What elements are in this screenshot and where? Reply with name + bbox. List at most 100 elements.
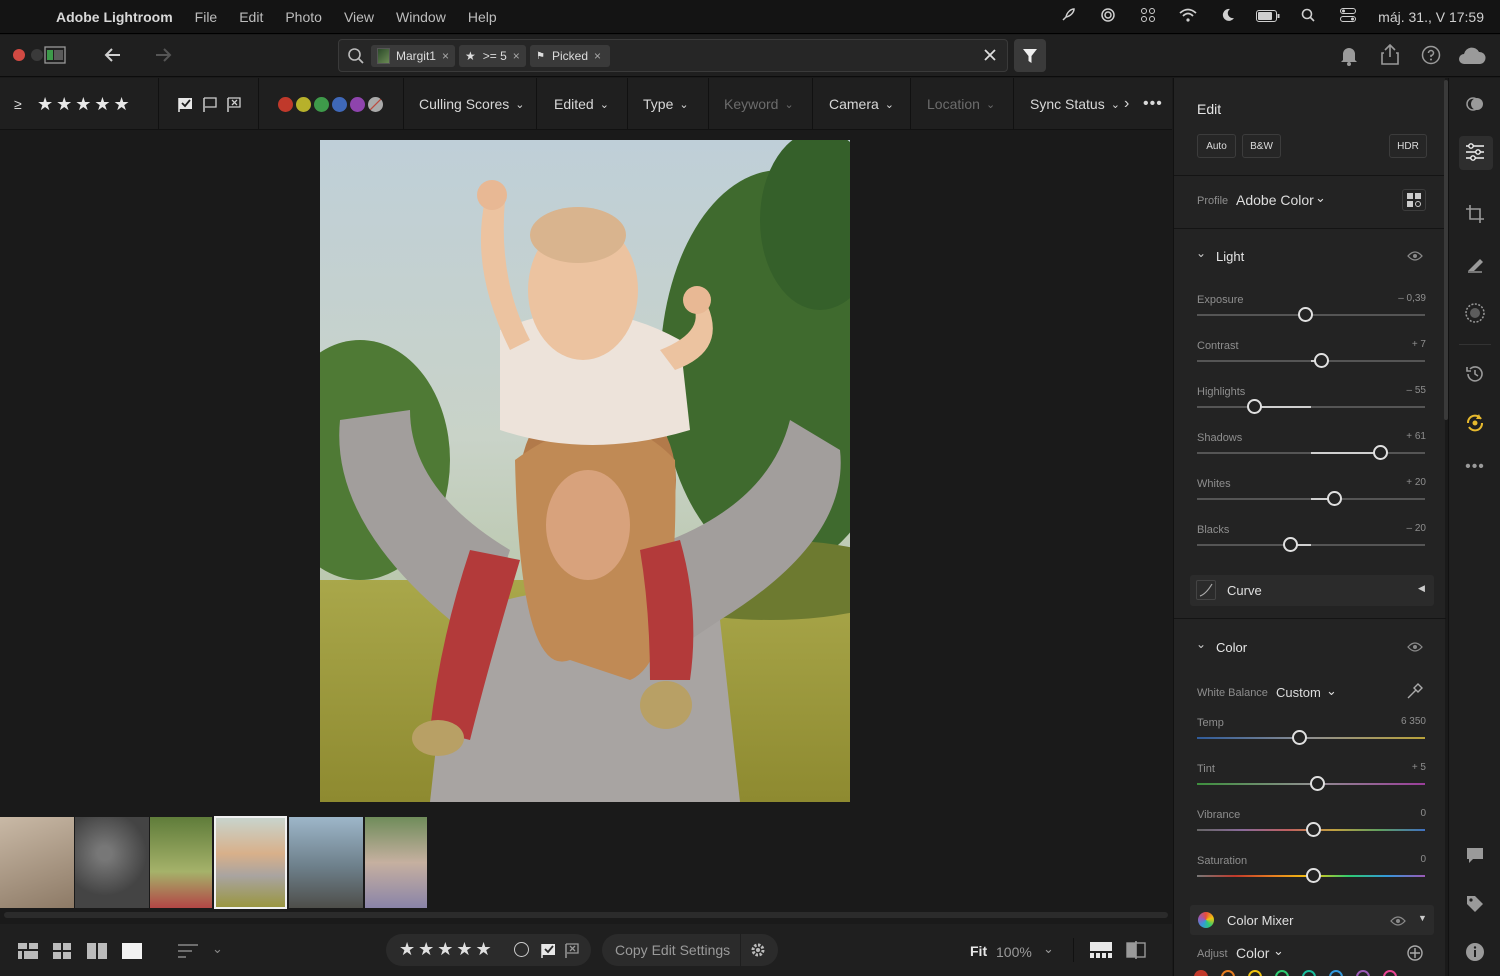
wb-chevron-down-icon[interactable]: ⌄	[1326, 683, 1337, 699]
mixer-green-swatch[interactable]	[1275, 970, 1289, 976]
color-collapse-chevron-icon[interactable]: ⌄	[1196, 637, 1206, 651]
auto-button[interactable]: Auto	[1197, 134, 1236, 158]
grid-view-icon[interactable]	[18, 943, 38, 964]
edit-sliders-icon[interactable]	[1449, 142, 1500, 167]
hdr-button[interactable]: HDR	[1389, 134, 1427, 158]
battery-icon[interactable]	[1248, 9, 1288, 26]
targeted-adjust-icon[interactable]	[1406, 944, 1424, 962]
history-icon[interactable]	[1449, 364, 1500, 389]
slider-value[interactable]: – 55	[1374, 385, 1426, 396]
unflagged-filter-icon[interactable]	[202, 96, 218, 112]
mixer-collapse-icon[interactable]: ▼	[1418, 913, 1427, 923]
tag-icon[interactable]	[1449, 894, 1500, 919]
color-label-purple[interactable]	[350, 96, 365, 112]
color-section-title[interactable]: Color	[1216, 640, 1247, 655]
white-balance-dropdown[interactable]: Custom	[1276, 685, 1321, 700]
rejected-flag-filter-icon[interactable]	[226, 96, 242, 112]
profile-dropdown[interactable]: Adobe Color	[1236, 192, 1314, 208]
slider-value[interactable]: 6 350	[1374, 716, 1426, 727]
filmstrip-toggle-icon[interactable]	[1090, 942, 1112, 963]
copy-edit-settings-button[interactable]: Copy Edit Settings	[615, 942, 730, 958]
sort-icon[interactable]	[178, 943, 198, 964]
sidebar-toggle-icon[interactable]	[44, 46, 66, 69]
slider-value[interactable]: 0	[1374, 808, 1426, 819]
light-collapse-chevron-icon[interactable]: ⌄	[1196, 246, 1206, 260]
mixer-red-swatch[interactable]	[1194, 970, 1208, 976]
filmstrip-thumbnail[interactable]	[75, 817, 149, 908]
dropdown-location[interactable]: Location ⌄	[927, 78, 995, 130]
back-arrow-icon[interactable]	[103, 45, 123, 70]
profile-browser-button[interactable]	[1402, 189, 1426, 211]
menu-clock[interactable]: máj. 31., V 17:59	[1378, 9, 1484, 25]
dropdown-keyword[interactable]: Keyword ⌄	[724, 78, 794, 130]
filmstrip-thumbnail-selected[interactable]	[214, 816, 287, 909]
color-label-green[interactable]	[314, 96, 329, 112]
creative-cloud-icon[interactable]	[1088, 7, 1128, 27]
rocket-icon[interactable]	[1048, 7, 1088, 27]
rating-operator[interactable]: ≥	[14, 78, 22, 130]
picked-flag-filter-icon[interactable]	[178, 96, 194, 112]
slider-knob[interactable]	[1246, 399, 1262, 414]
filmstrip-thumbnail[interactable]	[0, 817, 74, 908]
slider-knob[interactable]	[1373, 445, 1389, 460]
curve-section[interactable]: Curve ◀	[1190, 575, 1434, 606]
more-filters-icon[interactable]: •••	[1143, 78, 1163, 130]
filmstrip-thumbnail[interactable]	[150, 817, 212, 908]
dropdown-type[interactable]: Type ⌄	[643, 78, 689, 130]
fit-label[interactable]: Fit	[970, 943, 987, 959]
light-visibility-eye-icon[interactable]	[1407, 250, 1423, 262]
menu-view[interactable]: View	[344, 9, 374, 25]
slider-value[interactable]: + 5	[1374, 762, 1426, 773]
bw-button[interactable]: B&W	[1242, 134, 1281, 158]
window-close-dot[interactable]	[13, 49, 25, 61]
slider-knob[interactable]	[1305, 822, 1321, 837]
filter-button[interactable]	[1014, 39, 1046, 72]
dropdown-culling-scores[interactable]: Culling Scores ⌄	[419, 78, 524, 130]
slider-knob[interactable]	[1282, 537, 1298, 552]
notification-bell-icon[interactable]	[1340, 46, 1358, 71]
slider-track[interactable]	[1197, 544, 1425, 546]
dropdown-sync-status[interactable]: Sync Status ⌄	[1030, 78, 1120, 130]
zoom-level[interactable]: 100%	[996, 944, 1032, 960]
filmstrip-thumbnail[interactable]	[365, 817, 427, 908]
search-bar[interactable]: Margit1 × ★ >= 5 × ⚑ Picked ×	[338, 39, 1008, 72]
chip-remove-icon[interactable]: ×	[513, 49, 520, 63]
menu-help[interactable]: Help	[468, 9, 497, 25]
slider-knob[interactable]	[1305, 868, 1321, 883]
menu-window[interactable]: Window	[396, 9, 446, 25]
auto-icon[interactable]	[1449, 412, 1500, 439]
mixer-yellow-swatch[interactable]	[1248, 970, 1262, 976]
menu-file[interactable]: File	[195, 9, 218, 25]
color-mixer-section[interactable]: Color Mixer ▼	[1190, 905, 1434, 935]
pick-flag-icon[interactable]	[541, 942, 557, 958]
clear-search-icon[interactable]	[983, 48, 997, 67]
main-photo[interactable]	[320, 140, 850, 802]
chip-remove-icon[interactable]: ×	[594, 49, 601, 63]
chevron-right-icon[interactable]: ›	[1124, 78, 1129, 130]
dropdown-camera[interactable]: Camera ⌄	[829, 78, 894, 130]
crop-icon[interactable]	[1449, 204, 1500, 229]
slider-value[interactable]: – 0,39	[1374, 293, 1426, 304]
slider-value[interactable]: + 7	[1374, 339, 1426, 350]
moon-icon[interactable]	[1208, 8, 1248, 26]
search-chip-album[interactable]: Margit1 ×	[371, 45, 455, 67]
color-label-yellow[interactable]	[296, 96, 311, 112]
slider-value[interactable]: 0	[1374, 854, 1426, 865]
slider-knob[interactable]	[1327, 491, 1343, 506]
rating-clear-icon[interactable]	[514, 942, 529, 957]
color-label-blue[interactable]	[332, 96, 347, 112]
color-label-red[interactable]	[278, 96, 293, 112]
rating-stars[interactable]: ★ ★ ★ ★ ★	[399, 939, 492, 960]
search-chip-rating[interactable]: ★ >= 5 ×	[459, 45, 526, 67]
slider-knob[interactable]	[1310, 776, 1326, 791]
compare-view-icon[interactable]	[87, 943, 107, 964]
app-name[interactable]: Adobe Lightroom	[56, 9, 173, 25]
menu-photo[interactable]: Photo	[285, 9, 322, 25]
window-minimize-dot[interactable]	[31, 49, 43, 61]
mixer-magenta-swatch[interactable]	[1383, 970, 1397, 976]
forward-arrow-icon[interactable]	[153, 45, 173, 70]
detail-view-icon[interactable]	[122, 943, 142, 964]
slider-track[interactable]	[1197, 737, 1425, 739]
masking-icon[interactable]	[1449, 302, 1500, 329]
slider-value[interactable]: + 61	[1374, 431, 1426, 442]
